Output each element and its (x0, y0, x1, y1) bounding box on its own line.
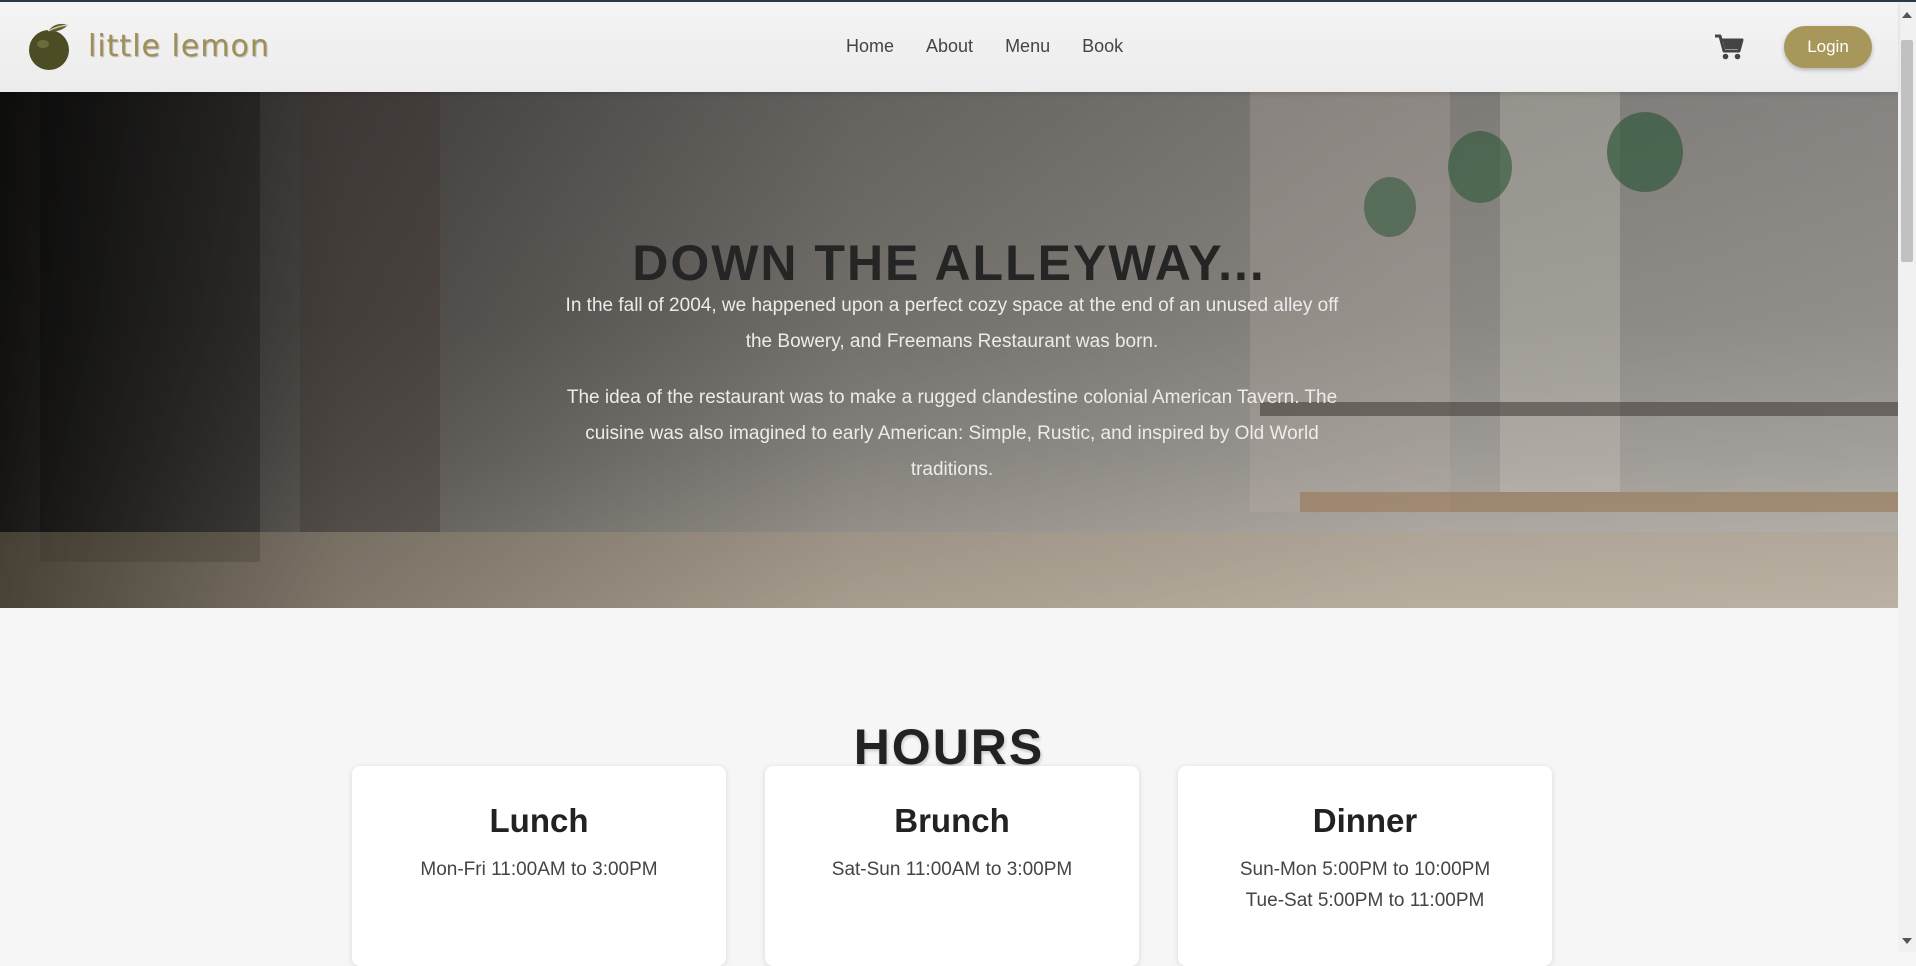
hero-title: DOWN THE ALLEYWAY... (632, 234, 1266, 291)
site-header: little lemon Home About Menu Book Login (0, 2, 1898, 92)
brand-logo[interactable]: little lemon (28, 19, 270, 73)
main-nav: Home About Menu Book (846, 36, 1123, 57)
shopping-cart-icon[interactable] (1714, 33, 1744, 66)
nav-home-link[interactable]: Home (846, 36, 894, 57)
nav-menu-link[interactable]: Menu (1005, 36, 1050, 57)
scrollbar-thumb[interactable] (1901, 40, 1913, 262)
hours-card-line: Sat-Sun 11:00AM to 3:00PM (831, 859, 1073, 880)
hours-card-line: Sun-Mon 5:00PM to 10:00PM (1239, 859, 1491, 880)
hero-paragraph-1: In the fall of 2004, we happened upon a … (565, 295, 1339, 352)
hours-card-lunch: Lunch Mon-Fri 11:00AM to 3:00PM (352, 766, 726, 966)
hours-card-title: Brunch (894, 802, 1010, 839)
page-scrollbar[interactable] (1898, 2, 1916, 952)
scroll-down-arrow-icon[interactable] (1902, 938, 1912, 944)
hours-card-brunch: Brunch Sat-Sun 11:00AM to 3:00PM (765, 766, 1139, 966)
hours-card-title: Dinner (1312, 802, 1418, 839)
hero-paragraph-2: The idea of the restaurant was to make a… (566, 387, 1338, 480)
scroll-up-arrow-icon[interactable] (1902, 12, 1912, 18)
hours-card-title: Lunch (489, 802, 589, 839)
login-button[interactable]: Login (1784, 26, 1872, 68)
brand-name: little lemon (88, 28, 270, 64)
hero-section: DOWN THE ALLEYWAY... In the fall of 2004… (0, 92, 1898, 608)
lemon-logo-icon (29, 23, 69, 70)
hours-card-line: Tue-Sat 5:00PM to 11:00PM (1245, 890, 1485, 911)
nav-about-link[interactable]: About (926, 36, 973, 57)
hours-card-line: Mon-Fri 11:00AM to 3:00PM (420, 859, 658, 880)
hours-card-dinner: Dinner Sun-Mon 5:00PM to 10:00PM Tue-Sat… (1178, 766, 1552, 966)
nav-book-link[interactable]: Book (1082, 36, 1123, 57)
